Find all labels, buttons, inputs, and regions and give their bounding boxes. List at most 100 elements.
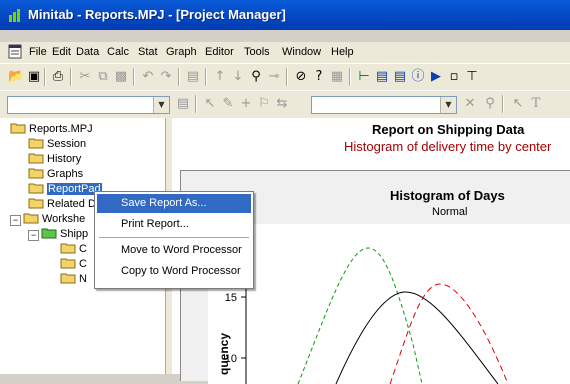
graph-item-combo[interactable]: ▼ xyxy=(311,96,457,114)
child-window-icon[interactable] xyxy=(8,44,22,59)
menu-item-print-report[interactable]: Print Report... xyxy=(97,215,251,234)
menu-editor[interactable]: Editor xyxy=(205,46,234,58)
toolbar-separator xyxy=(70,68,72,86)
tree-item-reportpad[interactable]: ReportPad xyxy=(28,182,102,196)
collapse-toggle-icon[interactable]: − xyxy=(28,230,39,241)
undo-icon[interactable]: ↶ xyxy=(140,69,156,85)
toolbar-separator xyxy=(195,95,197,113)
y-tick-label: 15 xyxy=(225,292,237,304)
toolbar-separator xyxy=(178,68,180,86)
tree-item-columns[interactable]: C xyxy=(60,242,87,256)
tree-item-label: Shipp xyxy=(60,228,89,240)
edit-last-dialog-icon[interactable]: ▤ xyxy=(185,69,201,85)
find-icon[interactable]: ⚲ xyxy=(248,69,264,85)
swap-icon[interactable]: ⇆ xyxy=(274,96,290,112)
toolbar-separator xyxy=(349,68,351,86)
open-icon[interactable]: 📂 xyxy=(8,69,24,85)
folder-icon xyxy=(60,243,76,254)
cut-icon[interactable]: ✂ xyxy=(77,69,93,85)
graph-title: Histogram of Days xyxy=(390,188,505,203)
session-icon[interactable]: ⊢ xyxy=(356,69,372,85)
title-bar: Minitab - Reports.MPJ - [Project Manager… xyxy=(0,0,570,30)
paste-icon[interactable]: ▩ xyxy=(113,69,129,85)
y-tick-label: 10 xyxy=(225,353,237,365)
edit-graph-icon[interactable]: ▤ xyxy=(175,96,191,112)
menu-help[interactable]: Help xyxy=(331,46,354,58)
report-pad-icon[interactable]: ▫ xyxy=(446,69,462,85)
menu-item-save-report-as[interactable]: Save Report As... xyxy=(97,194,251,213)
menu-separator xyxy=(99,237,249,238)
stat-guide-icon[interactable]: ▦ xyxy=(329,69,345,85)
help-icon[interactable]: ? xyxy=(311,69,327,85)
menu-edit[interactable]: Edit xyxy=(52,46,71,58)
collapse-toggle-icon[interactable]: − xyxy=(10,215,21,226)
normal-curve-green xyxy=(297,247,423,384)
chevron-down-icon[interactable]: ▼ xyxy=(440,97,456,113)
crosshairs-icon[interactable]: + xyxy=(238,96,254,112)
folder-icon xyxy=(28,153,44,164)
report-context-menu: Save Report As... Print Report... Move t… xyxy=(94,191,254,289)
cancel-icon[interactable]: ⊘ xyxy=(293,69,309,85)
tree-item-label: C xyxy=(79,243,87,255)
tree-item-worksheets[interactable]: − Workshe xyxy=(10,212,85,226)
flag-icon[interactable]: ⚐ xyxy=(256,96,272,112)
tree-root-label: Reports.MPJ xyxy=(29,123,93,135)
tree-root[interactable]: Reports.MPJ xyxy=(10,122,93,136)
menu-tools[interactable]: Tools xyxy=(244,46,270,58)
find-next-icon[interactable]: ⊸ xyxy=(266,69,282,85)
tree-item-label: Graphs xyxy=(47,168,84,180)
redo-icon[interactable]: ↷ xyxy=(158,69,174,85)
worksheet-folder-icon xyxy=(41,228,57,239)
standard-toolbar: 📂 ▣ ⎙ ✂ ⧉ ▩ ↶ ↷ ▤ ↑ ↓ ⚲ ⊸ ⊘ ? ▦ ⊢ ▤ ▤ ⓘ … xyxy=(0,63,570,91)
copy-icon[interactable]: ⧉ xyxy=(95,69,111,85)
folder-icon xyxy=(28,198,44,209)
normal-curve-black xyxy=(335,291,499,384)
graphs-folder-icon[interactable]: ▤ xyxy=(392,69,408,85)
menu-window[interactable]: Window xyxy=(282,46,321,58)
toolbar-separator xyxy=(205,68,207,86)
select-icon[interactable]: ↖ xyxy=(202,96,218,112)
menu-stat[interactable]: Stat xyxy=(138,46,158,58)
normal-curve-red xyxy=(389,283,509,384)
histogram-plot[interactable]: quency 15 10 xyxy=(208,224,570,384)
tree-item-constants[interactable]: C xyxy=(60,257,87,271)
tree-item-history[interactable]: History xyxy=(28,152,81,166)
menu-file[interactable]: File xyxy=(29,46,47,58)
graph-subtitle: Normal xyxy=(432,206,468,218)
graph-editing-toolbar: ▼ ▤ ↖ ✎ + ⚐ ⇆ ▼ ✕ ⚲ ↖ T xyxy=(0,90,570,119)
arrow-down-icon[interactable]: ↓ xyxy=(230,69,246,85)
delete-icon[interactable]: ✕ xyxy=(462,96,478,112)
toolbar-separator xyxy=(133,68,135,86)
zoom-icon[interactable]: ⚲ xyxy=(482,96,498,112)
toolbar-separator xyxy=(502,95,504,113)
worksheet-icon[interactable]: ▤ xyxy=(374,69,390,85)
tree-item-session[interactable]: Session xyxy=(28,137,86,151)
tree-item-label: Session xyxy=(47,138,87,150)
menu-item-copy-to-word[interactable]: Copy to Word Processor xyxy=(97,262,251,281)
menu-data[interactable]: Data xyxy=(76,46,99,58)
folder-icon xyxy=(10,123,26,134)
related-docs-icon[interactable]: ⊤ xyxy=(464,69,480,85)
menu-calc[interactable]: Calc xyxy=(107,46,129,58)
toolbar-separator xyxy=(44,68,46,86)
print-icon[interactable]: ⎙ xyxy=(50,69,66,85)
menu-item-move-to-word[interactable]: Move to Word Processor xyxy=(97,241,251,260)
brush-icon[interactable]: ✎ xyxy=(220,96,236,112)
tree-item-graphs[interactable]: Graphs xyxy=(28,167,83,181)
info-icon[interactable]: ⓘ xyxy=(410,69,426,85)
text-tool-icon[interactable]: T xyxy=(528,96,544,112)
save-icon[interactable]: ▣ xyxy=(26,69,42,85)
folder-icon xyxy=(23,213,39,224)
arrow-up-icon[interactable]: ↑ xyxy=(212,69,228,85)
chevron-down-icon[interactable]: ▼ xyxy=(153,97,169,113)
tree-item-matrices[interactable]: N xyxy=(60,272,87,286)
item-selector-combo[interactable]: ▼ xyxy=(7,96,170,114)
tree-item-label: Workshe xyxy=(42,213,86,225)
tree-item-label: Related D xyxy=(47,198,96,210)
history-icon[interactable]: ▶ xyxy=(428,69,444,85)
tree-item-shipping[interactable]: − Shipp xyxy=(28,227,88,241)
tree-item-related-docs[interactable]: Related D xyxy=(28,197,96,211)
pointer-icon[interactable]: ↖ xyxy=(510,96,526,112)
report-subtitle: Histogram of delivery time by center xyxy=(344,139,552,154)
menu-graph[interactable]: Graph xyxy=(166,46,197,58)
